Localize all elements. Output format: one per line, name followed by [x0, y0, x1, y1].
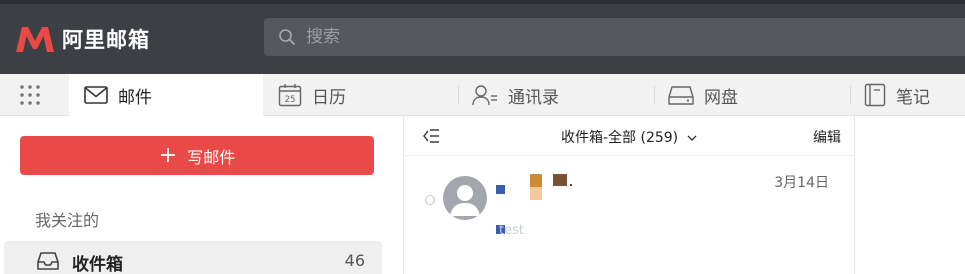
calendar-icon-day: 25 [285, 95, 296, 105]
plus-icon: + [158, 142, 178, 168]
apps-grid-icon[interactable] [18, 83, 42, 107]
tab-calendar-label: 日历 [312, 87, 346, 108]
tab-mail-label: 邮件 [118, 87, 152, 108]
search-input[interactable] [306, 27, 906, 47]
default-avatar-icon [450, 185, 480, 216]
sidebar: + 写邮件 我关注的 收件箱 46 [0, 116, 404, 274]
mail-list-pane: 收件箱-全部 (259) 编辑 3月14日 test [405, 116, 855, 274]
tab-drive-label: 网盘 [704, 87, 738, 108]
logo-m-icon [16, 27, 54, 52]
tab-divider [654, 86, 655, 104]
mail-icon [84, 86, 108, 104]
select-radio[interactable] [425, 195, 435, 205]
avatar [443, 176, 487, 220]
compose-label: 写邮件 [187, 147, 236, 167]
chevron-down-icon [687, 135, 697, 141]
compose-button[interactable]: + 写邮件 [20, 136, 374, 175]
drive-icon [668, 86, 694, 105]
mail-item[interactable]: 3月14日 test [405, 157, 855, 274]
reading-pane [856, 116, 965, 274]
logo-text: 阿里邮箱 [62, 28, 150, 52]
calendar-icon: 25 [278, 84, 302, 107]
mail-date: 3月14日 [774, 175, 829, 191]
section-title-followed: 我关注的 [35, 211, 100, 230]
folder-name: 收件箱 [72, 255, 123, 274]
search-box[interactable] [264, 18, 965, 56]
sidebar-item-inbox[interactable]: 收件箱 46 [4, 241, 382, 274]
app-logo[interactable]: 阿里邮箱 [14, 24, 150, 54]
mail-list-header: 收件箱-全部 (259) 编辑 [405, 116, 855, 156]
edit-button[interactable]: 编辑 [813, 127, 841, 147]
search-icon [279, 29, 295, 45]
tab-contacts[interactable]: 通讯录 [472, 74, 559, 116]
tab-contacts-label: 通讯录 [508, 87, 559, 108]
contacts-icon [472, 85, 497, 106]
tab-divider [458, 86, 459, 104]
tab-drive[interactable]: 网盘 [668, 74, 738, 116]
tab-divider [850, 86, 851, 104]
folder-filter-dropdown[interactable]: 收件箱-全部 (259) [561, 127, 697, 147]
top-bar: 阿里邮箱 [0, 0, 965, 74]
tab-notes[interactable]: 笔记 [864, 74, 930, 116]
unread-count: 46 [344, 251, 365, 270]
module-tab-bar: 邮件 25 日历 通讯录 网盘 笔记 [0, 74, 965, 116]
mail-preview: test [499, 223, 524, 238]
top-strip [0, 0, 965, 4]
tab-notes-label: 笔记 [896, 87, 930, 108]
folder-filter-label: 收件箱-全部 (259) [561, 130, 679, 146]
tab-mail[interactable]: 邮件 [69, 74, 263, 116]
tab-calendar[interactable]: 25 日历 [278, 74, 346, 116]
notes-icon [864, 83, 886, 107]
inbox-icon [37, 252, 59, 270]
collapse-sidebar-icon[interactable] [423, 128, 441, 144]
